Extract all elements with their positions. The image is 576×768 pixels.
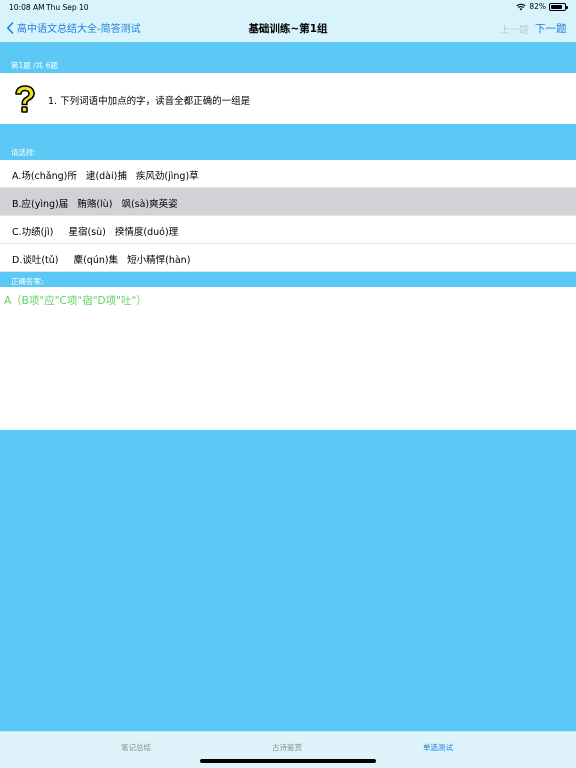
tab-poetry-appreciation[interactable]: 古诗鉴赏	[272, 742, 302, 753]
home-indicator[interactable]	[200, 759, 376, 763]
choose-label: 请选择:	[11, 148, 37, 157]
battery-icon	[549, 2, 568, 11]
question-text: 1. 下列词语中加点的字，读音全都正确的一组是	[48, 96, 251, 107]
answer-text: A（B项"应"C项"宿"D项"吐"）	[4, 295, 147, 307]
status-time: 10:08 AM	[9, 3, 45, 12]
next-question-button[interactable]: 下一题	[535, 21, 567, 36]
options-list: A.场(chǎng)所 逮(dài)捕 疾风劲(jìng)草 B.应(yìng)…	[0, 160, 576, 272]
answer-label: 正确答案:	[11, 277, 44, 286]
option-b[interactable]: B.应(yìng)届 贿赂(lù) 飒(sà)爽英姿	[0, 188, 576, 216]
top-bar: 10:08 AM Thu Sep 10 82% 高中语文总结大全-简答测试 基础…	[0, 0, 576, 42]
wifi-icon	[516, 3, 526, 10]
option-d[interactable]: D.谈吐(tǔ) 麇(qún)集 短小精悍(hàn)	[0, 244, 576, 272]
status-right: 82%	[516, 2, 568, 11]
tab-single-choice-test[interactable]: 单选测试	[423, 742, 453, 753]
page-title: 基础训练~第1组	[248, 23, 328, 35]
tab-notes-summary[interactable]: 笔记总结	[121, 742, 151, 753]
option-c[interactable]: C.功绩(jì) 星宿(sù) 揆情度(duó)理	[0, 216, 576, 244]
answer-panel: A（B项"应"C项"宿"D项"吐"）	[0, 287, 576, 430]
status-date: Thu Sep 10	[46, 3, 89, 12]
option-a[interactable]: A.场(chǎng)所 逮(dài)捕 疾风劲(jìng)草	[0, 160, 576, 188]
status-bar: 10:08 AM Thu Sep 10 82%	[0, 0, 576, 14]
question-card: 1. 下列词语中加点的字，读音全都正确的一组是	[0, 73, 576, 124]
question-mark-icon	[15, 85, 35, 113]
prev-question-button[interactable]: 上一题	[500, 22, 529, 36]
question-counter: 第1题 /共 6题	[11, 61, 58, 70]
screen: 10:08 AM Thu Sep 10 82% 高中语文总结大全-简答测试 基础…	[0, 0, 576, 768]
navigation-bar: 高中语文总结大全-简答测试 基础训练~第1组 上一题 下一题	[0, 14, 576, 42]
battery-percent: 82%	[529, 2, 546, 11]
